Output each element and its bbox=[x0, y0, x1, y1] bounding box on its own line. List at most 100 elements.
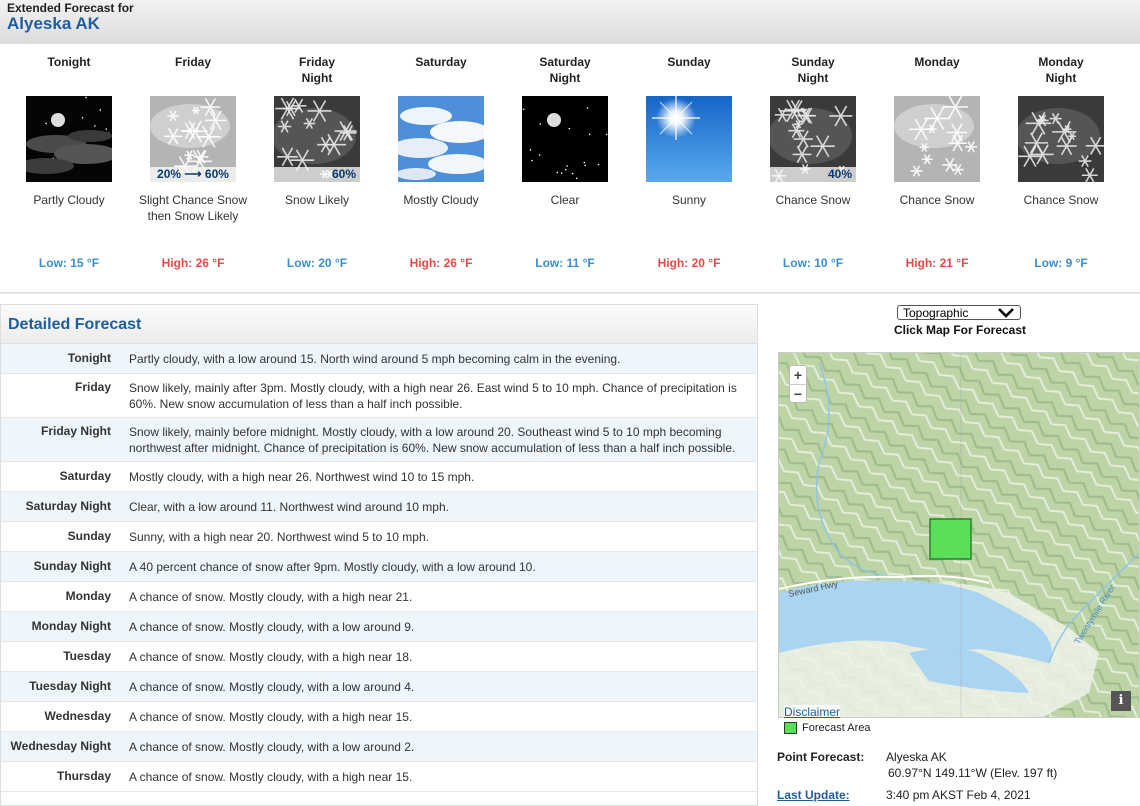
sunny-icon bbox=[646, 96, 732, 182]
detailed-forecast-row: Monday Night A chance of snow. Mostly clo… bbox=[1, 612, 757, 642]
snow-night-icon: 40% bbox=[770, 96, 856, 182]
period-name: Monday Night bbox=[1038, 55, 1084, 85]
row-text: Sunny, with a high near 20. Northwest wi… bbox=[129, 530, 429, 544]
period-temperature: Low: 10 °F bbox=[782, 256, 844, 270]
period-description: Chance Snow bbox=[775, 193, 851, 207]
snow-night-icon: 60% bbox=[274, 96, 360, 182]
period-name: Sunday Night bbox=[791, 55, 835, 85]
detailed-forecast-row: Sunday Sunny, with a high near 20. Northw… bbox=[1, 522, 757, 552]
precip-chance: 20% ⟶ 60% bbox=[150, 167, 236, 182]
row-text: A chance of snow. Mostly cloudy, with a … bbox=[129, 590, 413, 604]
snow-night-icon bbox=[1018, 96, 1104, 182]
period-temperature: Low: 11 °F bbox=[535, 256, 595, 270]
row-label: Tuesday Night bbox=[29, 679, 111, 693]
period-temperature: High: 26 °F bbox=[161, 256, 225, 270]
point-forecast-label: Point Forecast: bbox=[777, 750, 865, 764]
detailed-forecast-row: Friday Night Snow likely, mainly before m… bbox=[1, 418, 757, 462]
period-description: Slight Chance Snow then Snow Likely bbox=[138, 193, 248, 223]
forecast-area-box[interactable] bbox=[929, 518, 972, 560]
info-icon[interactable]: i bbox=[1111, 691, 1131, 711]
header-subtitle: Extended Forecast for bbox=[7, 1, 134, 15]
detailed-forecast-row: Tonight Partly cloudy, with a low around … bbox=[1, 344, 757, 374]
period-name: Monday bbox=[914, 55, 960, 69]
precip-chance: 40% bbox=[770, 167, 856, 182]
row-label: Tuesday bbox=[63, 649, 111, 663]
divider bbox=[0, 292, 1140, 294]
period-name: Sunday bbox=[667, 55, 711, 69]
map-type-value: Topographic bbox=[903, 306, 969, 320]
zoom-in-button[interactable]: + bbox=[790, 366, 806, 384]
detailed-forecast-row: Saturday Mostly cloudy, with a high near … bbox=[1, 462, 757, 492]
last-update-link[interactable]: Last Update: bbox=[777, 788, 850, 802]
row-label: Tonight bbox=[67, 351, 111, 365]
zoom-control: + − bbox=[789, 365, 807, 403]
row-label: Friday bbox=[74, 380, 111, 394]
period-description: Sunny bbox=[671, 193, 707, 207]
row-text: A chance of snow. Mostly cloudy, with a … bbox=[129, 710, 413, 724]
detailed-forecast-title: Detailed Forecast bbox=[8, 316, 142, 333]
detailed-forecast-row: Friday Snow likely, mainly after 3pm. Mos… bbox=[1, 374, 757, 418]
period-temperature: Low: 20 °F bbox=[286, 256, 348, 270]
last-update-value: 3:40 pm AKST Feb 4, 2021 bbox=[886, 788, 1031, 802]
period-temperature: High: 20 °F bbox=[657, 256, 721, 270]
row-text: Snow likely, mainly before midnight. Mos… bbox=[129, 425, 736, 455]
row-label: Saturday Night bbox=[25, 499, 111, 513]
map-hint: Click Map For Forecast bbox=[893, 323, 1027, 337]
row-label: Monday bbox=[65, 589, 111, 603]
period-name: Friday Night bbox=[298, 55, 335, 85]
map-section: Topographic Click Map For Forecast Sewar… bbox=[760, 300, 1140, 806]
period-name: Tonight bbox=[47, 55, 91, 69]
topographic-map-image: Seward Hwy Twentymile River bbox=[779, 353, 1139, 717]
period-description: Clear bbox=[550, 193, 580, 207]
forecast-periods: Tonight Partly Cloudy Low: 15 °F Friday 20% … bbox=[0, 44, 1140, 292]
detailed-forecast-row: Sunday Night A 40 percent chance of snow … bbox=[1, 552, 757, 582]
row-label: Friday Night bbox=[40, 424, 111, 438]
row-label: Wednesday Night bbox=[10, 739, 111, 753]
detailed-forecast-row: Saturday Night Clear, with a low around 1… bbox=[1, 492, 757, 522]
period-description: Chance Snow bbox=[899, 193, 975, 207]
period-name: Saturday Night bbox=[539, 55, 591, 85]
page-header: Extended Forecast for Alyeska AK bbox=[0, 0, 1140, 44]
detailed-forecast-rows: Tonight Partly cloudy, with a low around … bbox=[1, 344, 757, 792]
chevron-down-icon bbox=[998, 308, 1014, 318]
row-label: Sunday Night bbox=[33, 559, 111, 573]
period-temperature: High: 21 °F bbox=[905, 256, 969, 270]
row-text: Clear, with a low around 11. Northwest w… bbox=[129, 500, 449, 514]
disclaimer-link[interactable]: Disclaimer bbox=[784, 705, 841, 719]
row-label: Sunday bbox=[67, 529, 111, 543]
row-text: A chance of snow. Mostly cloudy, with a … bbox=[129, 650, 413, 664]
period-temperature: Low: 9 °F bbox=[1034, 256, 1088, 270]
row-label: Thursday bbox=[56, 769, 111, 783]
point-forecast-location: Alyeska AK bbox=[886, 750, 947, 764]
location-title: Alyeska AK bbox=[7, 14, 100, 33]
period-description: Mostly Cloudy bbox=[403, 193, 479, 207]
row-label: Saturday bbox=[59, 469, 111, 483]
row-text: A chance of snow. Mostly cloudy, with a … bbox=[129, 680, 415, 694]
row-text: A chance of snow. Mostly cloudy, with a … bbox=[129, 740, 415, 754]
point-forecast-coords: 60.97°N 149.11°W (Elev. 197 ft) bbox=[888, 766, 1058, 780]
period-temperature: Low: 15 °F bbox=[38, 256, 100, 270]
detailed-forecast-row: Wednesday A chance of snow. Mostly cloudy… bbox=[1, 702, 757, 732]
detailed-forecast-row: Thursday A chance of snow. Mostly cloudy,… bbox=[1, 762, 757, 792]
row-label: Monday Night bbox=[31, 619, 111, 633]
period-description: Partly Cloudy bbox=[33, 193, 105, 207]
detailed-forecast-row: Tuesday Night A chance of snow. Mostly cl… bbox=[1, 672, 757, 702]
forecast-area-legend-label: Forecast Area bbox=[802, 722, 871, 734]
zoom-out-button[interactable]: − bbox=[790, 384, 806, 403]
map-type-select[interactable]: Topographic bbox=[897, 305, 1021, 320]
row-text: A chance of snow. Mostly cloudy, with a … bbox=[129, 620, 415, 634]
forecast-area-legend-swatch bbox=[784, 722, 797, 734]
detailed-forecast-panel: Detailed Forecast Tonight Partly cloudy, … bbox=[0, 304, 758, 806]
row-text: A 40 percent chance of snow after 9pm. M… bbox=[129, 560, 536, 574]
row-label: Wednesday bbox=[44, 709, 111, 723]
snow-day-icon bbox=[894, 96, 980, 182]
row-text: Mostly cloudy, with a high near 26. Nort… bbox=[129, 470, 475, 484]
forecast-map[interactable]: Seward Hwy Twentymile River + − i bbox=[778, 352, 1140, 718]
precip-chance: 60% bbox=[274, 167, 360, 182]
detailed-forecast-header: Detailed Forecast bbox=[1, 305, 757, 344]
period-name: Saturday bbox=[415, 55, 467, 69]
clear-night-icon bbox=[522, 96, 608, 182]
period-description: Chance Snow bbox=[1023, 193, 1099, 207]
row-text: Snow likely, mainly after 3pm. Mostly cl… bbox=[129, 381, 737, 411]
snow-day-icon: 20% ⟶ 60% bbox=[150, 96, 236, 182]
